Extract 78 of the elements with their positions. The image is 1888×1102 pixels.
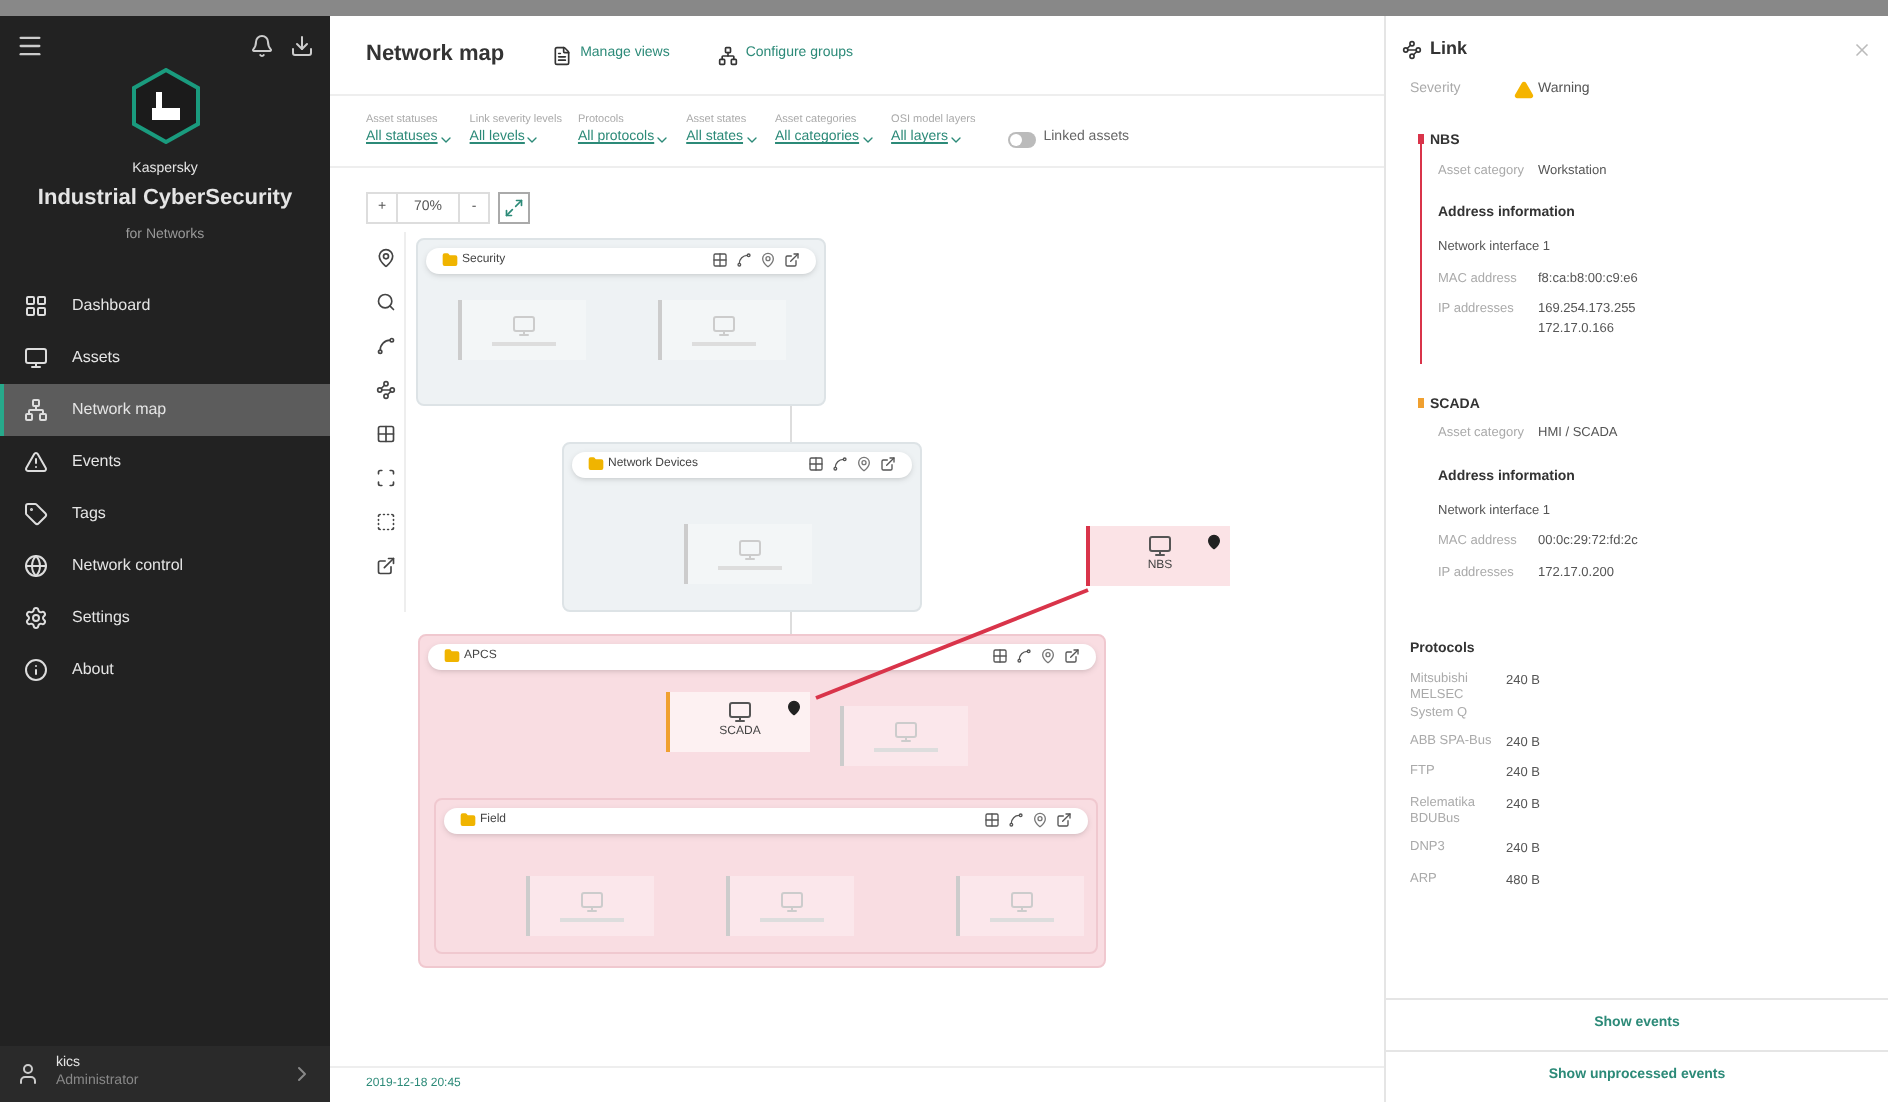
monitor-icon <box>1010 889 1034 914</box>
page-title: Network map <box>366 40 505 71</box>
nav-item[interactable]: Settings <box>0 591 330 643</box>
logo-icon <box>131 68 199 144</box>
monitor-icon <box>894 719 918 744</box>
info-icon <box>24 657 48 681</box>
settings-icon <box>24 605 48 629</box>
fit-icon <box>504 197 525 218</box>
link-icon[interactable] <box>736 252 752 269</box>
brand-title: Industrial CyberSecurity <box>37 183 293 213</box>
monitor-icon <box>24 345 48 369</box>
hierarchy-icon <box>717 45 738 65</box>
pin-icon[interactable] <box>375 247 395 268</box>
pin-icon[interactable] <box>1032 812 1048 829</box>
link-icon[interactable] <box>1016 648 1032 665</box>
expand-icon[interactable] <box>1064 648 1080 665</box>
nav-item[interactable]: Network control <box>0 539 330 591</box>
pin-icon <box>786 699 802 716</box>
monitor-icon <box>780 889 804 914</box>
faded-node[interactable] <box>726 875 854 936</box>
warning-icon <box>24 449 48 473</box>
expand-icon[interactable] <box>1056 812 1072 829</box>
grid-icon[interactable] <box>992 648 1008 665</box>
grid-icon[interactable] <box>984 812 1000 829</box>
monitor-icon <box>580 889 604 914</box>
search-icon[interactable] <box>375 291 395 312</box>
link-icon[interactable] <box>375 335 395 356</box>
grid-icon[interactable] <box>712 252 728 269</box>
document-icon <box>552 45 573 65</box>
menu-icon[interactable] <box>16 32 44 60</box>
folder-icon <box>460 812 476 829</box>
pin-icon[interactable] <box>760 252 776 269</box>
expand-icon[interactable] <box>375 555 395 576</box>
grid-icon[interactable] <box>808 456 824 473</box>
frame-icon[interactable] <box>375 467 395 488</box>
folder-icon <box>442 252 458 269</box>
fit-button[interactable] <box>498 191 531 224</box>
nav-item[interactable]: Dashboard <box>0 279 330 331</box>
panel-title: Link <box>1430 36 1468 62</box>
folder-icon <box>444 648 460 665</box>
nav-item[interactable]: Events <box>0 435 330 487</box>
expand-icon[interactable] <box>784 252 800 269</box>
faded-node[interactable] <box>658 299 786 360</box>
nav-item[interactable]: Network map <box>0 383 330 435</box>
faded-node[interactable] <box>684 523 812 584</box>
warning-icon <box>1514 79 1534 100</box>
link-icon <box>1402 39 1422 60</box>
bell-icon[interactable] <box>250 34 274 58</box>
square-icon[interactable] <box>375 511 395 532</box>
faded-node[interactable] <box>526 875 654 936</box>
expand-icon[interactable] <box>880 456 896 473</box>
grid-icon <box>24 293 48 317</box>
pin-icon[interactable] <box>1040 648 1056 665</box>
link-line[interactable] <box>812 585 1092 702</box>
grid-icon[interactable] <box>375 423 395 444</box>
nav-item[interactable]: Assets <box>0 331 330 383</box>
network-icon[interactable] <box>375 379 395 400</box>
nav-item[interactable]: About <box>0 643 330 695</box>
faded-node[interactable] <box>956 875 1084 936</box>
pin-icon <box>1206 533 1222 550</box>
nav-item[interactable]: Tags <box>0 487 330 539</box>
pin-icon[interactable] <box>856 456 872 473</box>
globe-icon <box>24 553 48 577</box>
monitor-icon <box>512 313 536 338</box>
folder-icon <box>588 456 604 473</box>
link-icon[interactable] <box>1008 812 1024 829</box>
monitor-icon <box>738 537 762 562</box>
faded-node[interactable] <box>840 705 968 766</box>
download-icon[interactable] <box>290 34 314 58</box>
monitor-icon <box>728 700 752 725</box>
faded-node[interactable] <box>458 299 586 360</box>
monitor-icon <box>712 313 736 338</box>
tag-icon <box>24 501 48 525</box>
network-icon <box>24 397 48 421</box>
user-icon <box>16 1062 40 1086</box>
toggle-switch[interactable] <box>1007 131 1036 147</box>
monitor-icon <box>1148 534 1172 559</box>
link-icon[interactable] <box>832 456 848 473</box>
